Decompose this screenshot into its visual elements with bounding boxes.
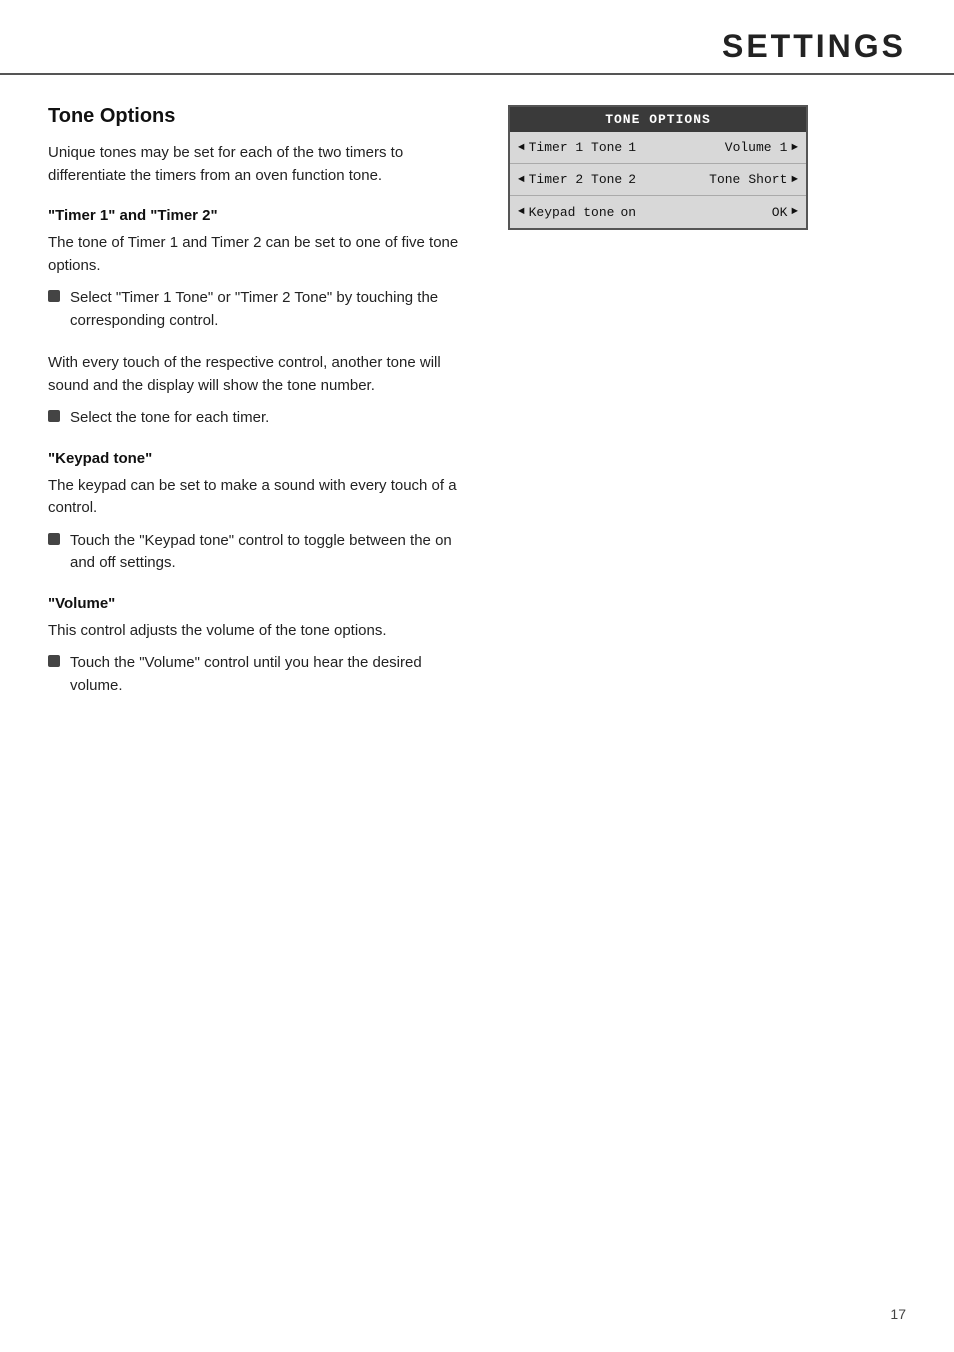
bullet-icon (48, 655, 60, 667)
panel-row-right-keypad: OK ► (648, 205, 798, 220)
section-title: Tone Options (48, 105, 468, 128)
timer1-param-value: 1 (780, 140, 788, 155)
section-intro: Tone Options Unique tones may be set for… (48, 105, 468, 187)
content-area: Tone Options Unique tones may be set for… (0, 75, 954, 747)
keypad-param-value: OK (772, 205, 788, 220)
bullet-text: Select "Timer 1 Tone" or "Timer 2 Tone" … (70, 287, 468, 332)
volume-subsection: "Volume" This control adjusts the volume… (48, 595, 468, 698)
timer-body: The tone of Timer 1 and Timer 2 can be s… (48, 232, 468, 277)
panel-row-timer2[interactable]: ◄ Timer 2 Tone 2 Tone Short ► (510, 164, 806, 196)
intro-text: Unique tones may be set for each of the … (48, 142, 468, 187)
keypad-body: The keypad can be set to make a sound wi… (48, 475, 468, 520)
right-arrow-keypad: ► (791, 206, 798, 218)
timer-subsection: "Timer 1" and "Timer 2" The tone of Time… (48, 207, 468, 332)
left-arrow-keypad: ◄ (518, 206, 525, 218)
volume-body: This control adjusts the volume of the t… (48, 620, 468, 643)
bullet-text: Touch the "Keypad tone" control to toggl… (70, 530, 468, 575)
mid-section: With every touch of the respective contr… (48, 352, 468, 430)
page-title: SETTINGS (722, 28, 906, 65)
timer2-value: 2 (628, 172, 636, 187)
panel-row-right-timer2: Tone Short ► (648, 172, 798, 187)
display-panel: TONE OPTIONS ◄ Timer 1 Tone 1 Volume 1 ►… (508, 105, 808, 230)
panel-row-keypad[interactable]: ◄ Keypad tone on OK ► (510, 196, 806, 228)
panel-row-right-timer1: Volume 1 ► (648, 140, 798, 155)
bullet-text: Select the tone for each timer. (70, 407, 468, 430)
keypad-bullet-1: Touch the "Keypad tone" control to toggl… (48, 530, 468, 575)
volume-subtitle: "Volume" (48, 595, 468, 612)
page-number: 17 (890, 1306, 906, 1322)
left-arrow-timer1: ◄ (518, 142, 525, 154)
bullet-icon (48, 410, 60, 422)
panel-header: TONE OPTIONS (510, 107, 806, 132)
timer1-param-label: Volume (725, 140, 772, 155)
keypad-subsection: "Keypad tone" The keypad can be set to m… (48, 450, 468, 575)
right-column: TONE OPTIONS ◄ Timer 1 Tone 1 Volume 1 ►… (508, 105, 808, 717)
right-arrow-timer1: ► (791, 142, 798, 154)
left-column: Tone Options Unique tones may be set for… (48, 105, 468, 717)
keypad-subtitle: "Keypad tone" (48, 450, 468, 467)
timer2-label: Timer 2 Tone (529, 172, 623, 187)
keypad-value: on (620, 205, 636, 220)
bullet-text: Touch the "Volume" control until you hea… (70, 652, 468, 697)
right-arrow-timer2: ► (791, 174, 798, 186)
panel-row-left-timer1: ◄ Timer 1 Tone 1 (518, 140, 648, 155)
panel-row-timer1[interactable]: ◄ Timer 1 Tone 1 Volume 1 ► (510, 132, 806, 164)
left-arrow-timer2: ◄ (518, 174, 525, 186)
timer2-param-value: Short (748, 172, 787, 187)
timer1-label: Timer 1 Tone (529, 140, 623, 155)
timer2-param-label: Tone (709, 172, 740, 187)
timer-subtitle: "Timer 1" and "Timer 2" (48, 207, 468, 224)
panel-row-left-timer2: ◄ Timer 2 Tone 2 (518, 172, 648, 187)
keypad-label: Keypad tone (529, 205, 615, 220)
mid-body: With every touch of the respective contr… (48, 352, 468, 397)
mid-bullet-1: Select the tone for each timer. (48, 407, 468, 430)
timer1-value: 1 (628, 140, 636, 155)
page-header: SETTINGS (0, 0, 954, 75)
panel-row-left-keypad: ◄ Keypad tone on (518, 205, 648, 220)
bullet-icon (48, 290, 60, 302)
bullet-icon (48, 533, 60, 545)
volume-bullet-1: Touch the "Volume" control until you hea… (48, 652, 468, 697)
timer-bullet-1: Select "Timer 1 Tone" or "Timer 2 Tone" … (48, 287, 468, 332)
